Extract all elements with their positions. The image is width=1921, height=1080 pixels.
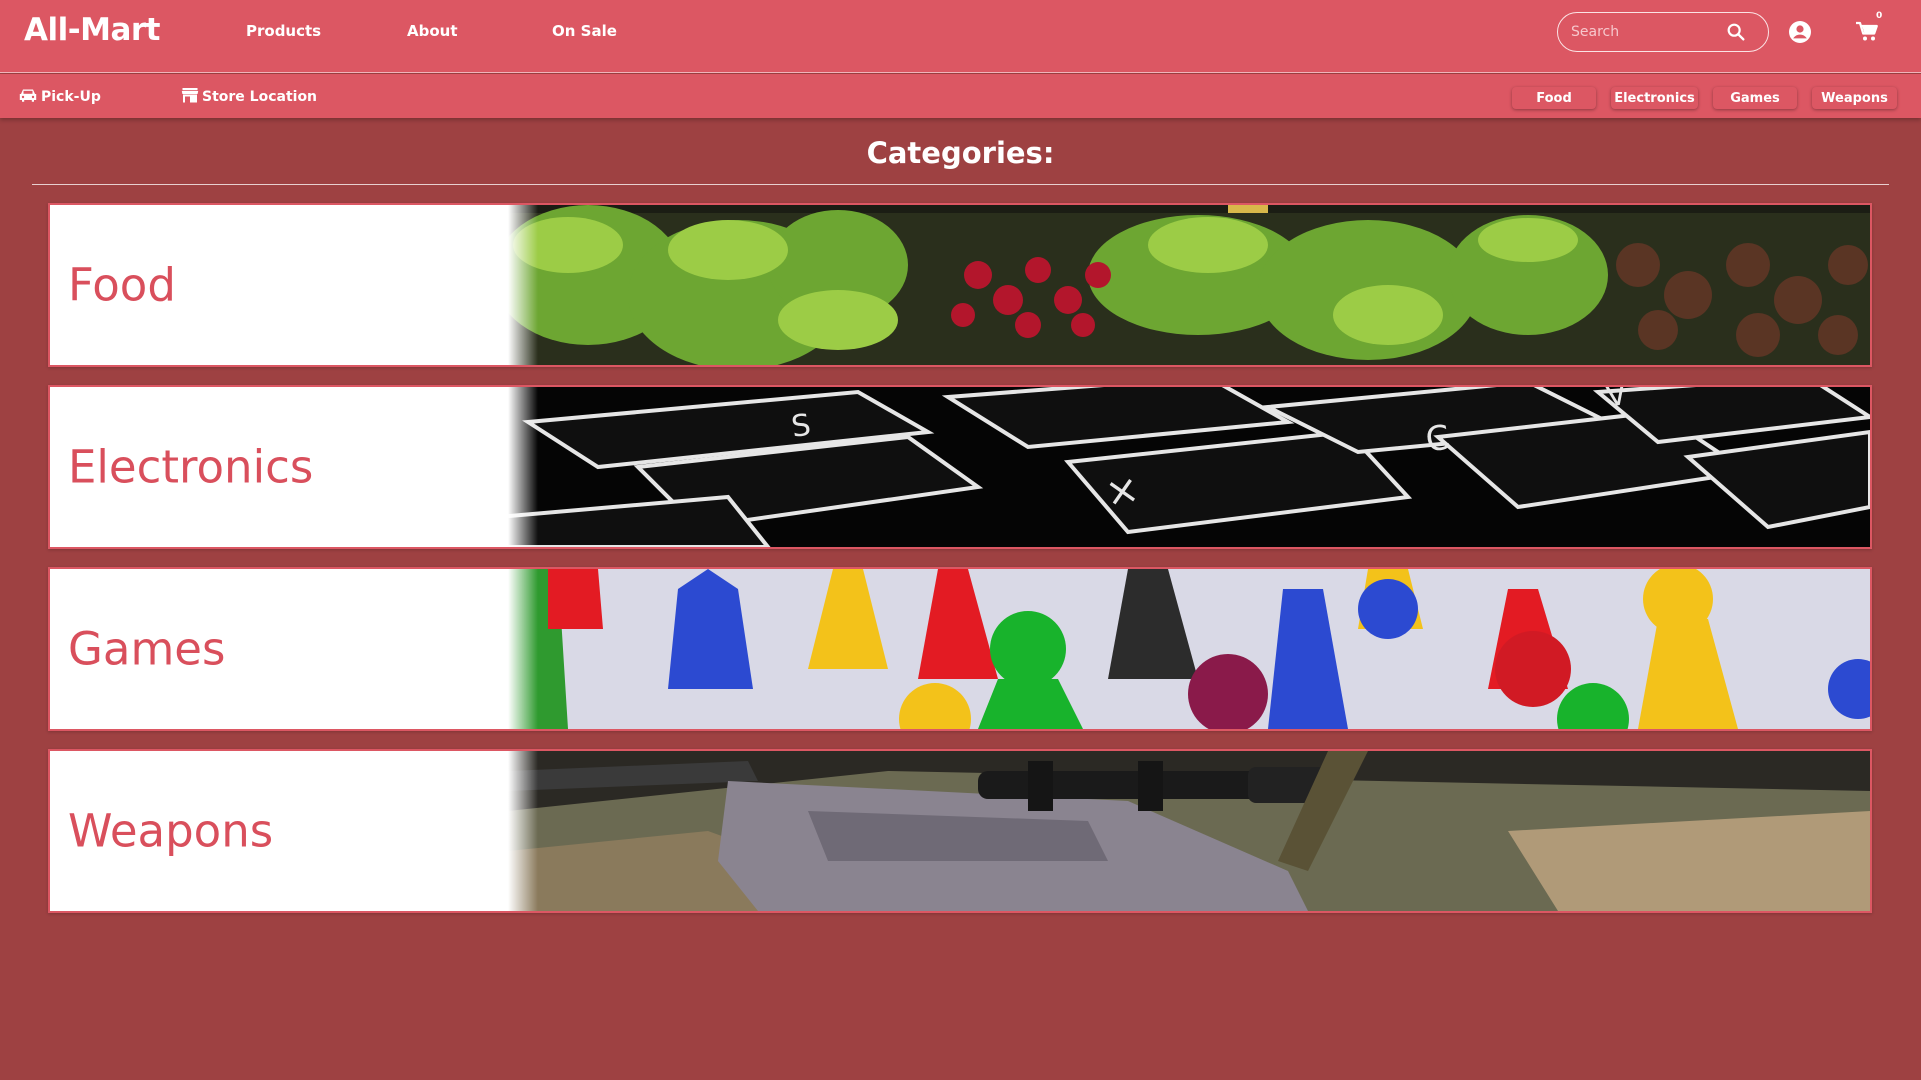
category-card-food[interactable]: Food <box>48 203 1872 367</box>
secondary-navbar: Pick-Up Store Location Food Electronics … <box>0 74 1921 118</box>
image-fade <box>508 205 538 365</box>
category-label: Food <box>68 258 176 312</box>
pickup-label: Pick-Up <box>41 89 101 105</box>
top-navbar: All-Mart Products About On Sale 0 <box>0 0 1921 73</box>
image-fade <box>508 387 538 547</box>
image-fade <box>508 569 538 729</box>
page-title: Categories: <box>866 136 1055 170</box>
chip-electronics[interactable]: Electronics <box>1611 87 1698 109</box>
nav-about[interactable]: About <box>407 22 458 40</box>
category-card-weapons[interactable]: Weapons <box>48 749 1872 913</box>
nav-on-sale[interactable]: On Sale <box>552 22 617 40</box>
category-card-electronics[interactable]: Electronics S C × V <box>48 385 1872 549</box>
electronics-banner-image: S C × V <box>508 387 1870 547</box>
category-label: Games <box>68 622 226 676</box>
search-icon[interactable] <box>1725 21 1747 43</box>
account-icon[interactable] <box>1788 20 1812 48</box>
nav-products[interactable]: Products <box>246 22 321 40</box>
pickup-link[interactable]: Pick-Up <box>18 87 101 107</box>
cart-icon[interactable] <box>1853 16 1883 50</box>
store-location-label: Store Location <box>202 89 318 105</box>
category-label: Electronics <box>68 440 314 494</box>
divider <box>32 184 1889 185</box>
site-logo[interactable]: All-Mart <box>24 12 160 48</box>
car-icon <box>18 87 38 107</box>
image-fade <box>508 751 538 911</box>
category-label: Weapons <box>68 804 274 858</box>
weapons-banner-image <box>508 751 1870 911</box>
search-input[interactable] <box>1571 13 1721 51</box>
chip-weapons[interactable]: Weapons <box>1812 87 1897 109</box>
search-box <box>1557 12 1769 52</box>
category-card-games[interactable]: Games <box>48 567 1872 731</box>
cart-count-badge: 0 <box>1876 11 1883 21</box>
store-icon <box>181 87 199 107</box>
chip-games[interactable]: Games <box>1713 87 1797 109</box>
games-banner-image <box>508 569 1870 729</box>
food-banner-image <box>508 205 1870 365</box>
store-location-link[interactable]: Store Location <box>181 87 317 107</box>
chip-food[interactable]: Food <box>1512 87 1596 109</box>
